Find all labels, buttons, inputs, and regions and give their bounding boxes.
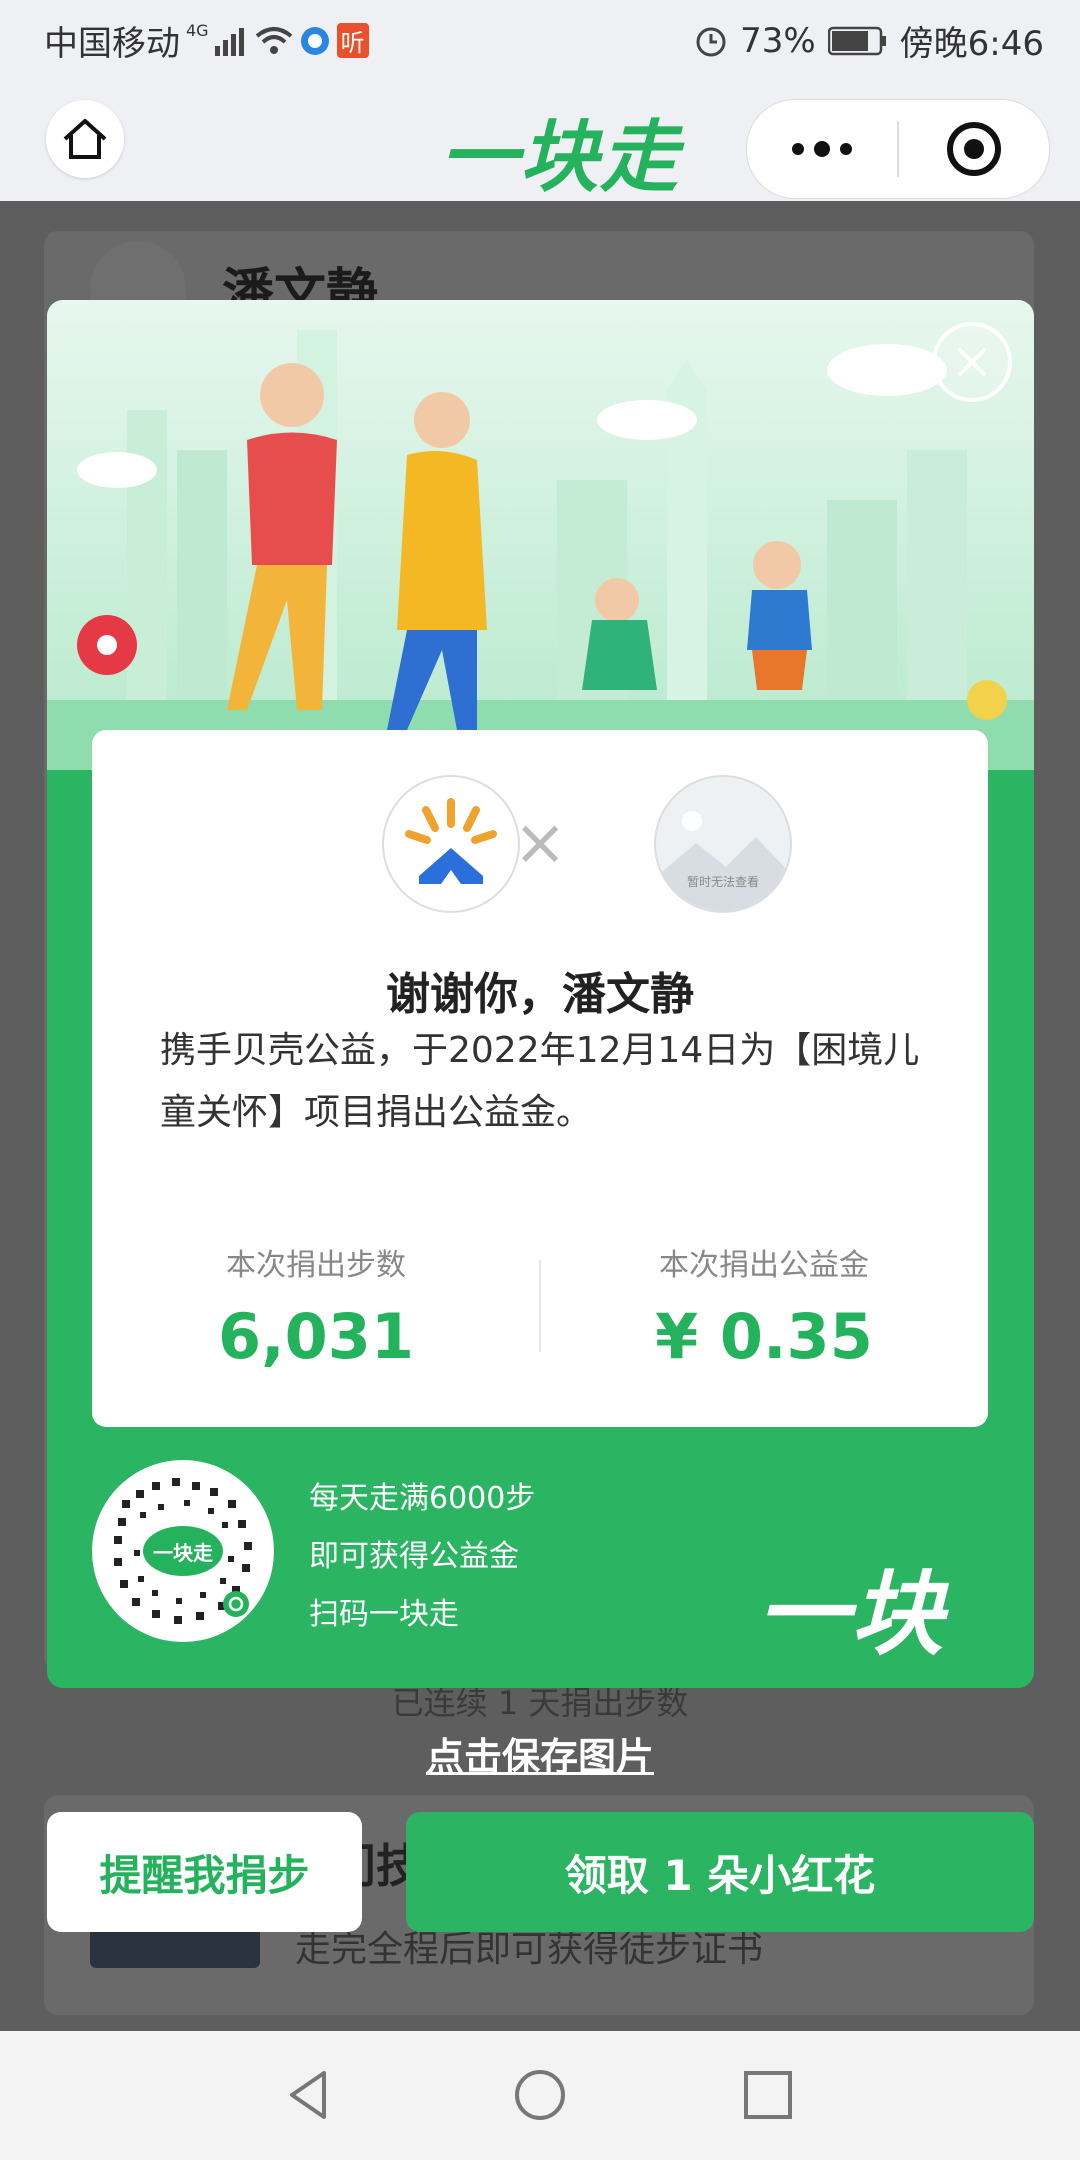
status-right: 73% 傍晚6:46: [694, 16, 1044, 65]
close-icon: [958, 348, 986, 376]
mini-program-capsule: [746, 99, 1050, 199]
donation-certificate-modal: × 暂时无法查看 谢谢你，潘文静 携手贝壳公益，于2022年12月14日为【困境…: [47, 300, 1034, 1688]
home-icon: [63, 119, 107, 159]
clock-time: 傍晚6:46: [899, 24, 1044, 64]
promo-line: 扫码一块走: [309, 1597, 459, 1632]
funds-donated-stat: 本次捐出公益金 ¥ 0.35: [540, 1240, 988, 1373]
brand-logo: 一块走: [757, 1561, 946, 1668]
qr-center-logo: 一块走: [143, 1526, 223, 1576]
more-dot-icon: [792, 143, 804, 155]
back-icon[interactable]: [280, 2067, 336, 2123]
battery-percent: 73%: [740, 20, 816, 61]
beike-charity-logo: [382, 775, 520, 913]
alarm-icon: [696, 27, 726, 56]
times-icon: ×: [513, 806, 567, 880]
signal-icon: [214, 27, 244, 56]
system-nav-bar: [0, 2031, 1080, 2160]
steps-donated-label: 本次捐出步数: [226, 1248, 406, 1283]
image-placeholder-icon: [656, 811, 790, 911]
promo-line: 即可获得公益金: [309, 1539, 519, 1574]
more-dot-icon: [814, 141, 830, 157]
partner-logo-placeholder: 暂时无法查看: [654, 775, 792, 913]
beike-logo-icon: [405, 798, 497, 884]
wifi-icon: [255, 26, 292, 54]
carrier-label: 中国移动: [44, 24, 180, 64]
placeholder-text: 暂时无法查看: [686, 875, 759, 889]
donation-summary-card: × 暂时无法查看 谢谢你，潘文静 携手贝壳公益，于2022年12月14日为【困境…: [92, 730, 988, 1427]
donation-description: 携手贝壳公益，于2022年12月14日为【困境儿童关怀】项目捐出公益金。: [160, 1030, 920, 1133]
more-dot-icon: [840, 143, 852, 155]
funds-donated-label: 本次捐出公益金: [659, 1248, 869, 1283]
remind-donate-button[interactable]: 提醒我捐步: [47, 1812, 362, 1932]
mini-program-qr-code: 一块走: [92, 1460, 274, 1642]
more-button[interactable]: [747, 141, 897, 157]
battery-icon: [827, 26, 886, 55]
hero-illustration: [47, 300, 1034, 770]
promo-line: 每天走满6000步: [309, 1481, 536, 1516]
browser-app-icon: [300, 26, 329, 55]
promo-text: 每天走满6000步 即可获得公益金 扫码一块走: [309, 1470, 535, 1644]
save-image-link[interactable]: 点击保存图片: [0, 1726, 1080, 1781]
claim-red-flower-button[interactable]: 领取 1 朵小红花: [406, 1812, 1034, 1932]
network-label: 4G: [186, 21, 209, 40]
mini-program-badge-icon: [223, 1591, 249, 1617]
steps-donated-value: 6,031: [217, 1300, 415, 1373]
recents-icon[interactable]: [742, 2069, 794, 2121]
app-logo: 一块走: [440, 113, 681, 203]
status-left: 中国移动 4G 听: [44, 16, 369, 65]
close-modal-button[interactable]: [932, 322, 1012, 402]
home-button[interactable]: [46, 100, 124, 178]
exit-button[interactable]: [899, 120, 1049, 178]
thanks-heading: 谢谢你，潘文静: [386, 969, 694, 1020]
status-bar: 中国移动 4G 听 73% 傍晚6:46: [0, 0, 1080, 75]
steps-donated-stat: 本次捐出步数 6,031: [92, 1240, 540, 1373]
exit-target-icon: [947, 122, 1001, 176]
home-circle-icon[interactable]: [512, 2067, 568, 2123]
app-badge-icon: 听: [336, 23, 369, 58]
mini-program-nav-bar: 一块走: [0, 75, 1080, 203]
funds-donated-value: ¥ 0.35: [655, 1300, 873, 1373]
